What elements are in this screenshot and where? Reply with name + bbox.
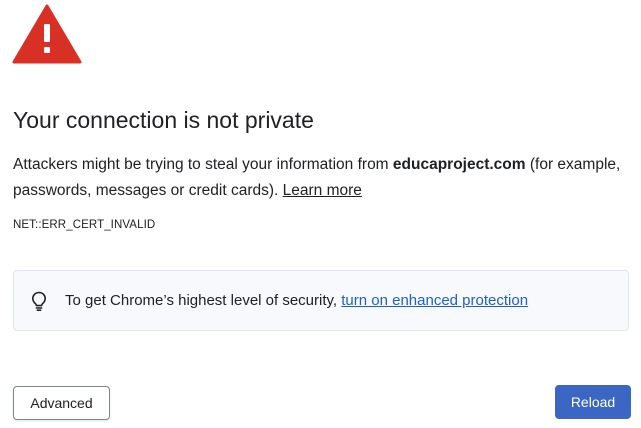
message-text: Attackers might be trying to steal your …	[13, 156, 393, 173]
error-code: NET::ERR_CERT_INVALID	[13, 219, 156, 231]
interstitial-page: Your connection is not private Attackers…	[0, 0, 641, 428]
reload-button[interactable]: Reload	[555, 385, 631, 419]
advanced-button[interactable]: Advanced	[13, 386, 110, 420]
security-tip-box: To get Chrome’s highest level of securit…	[13, 270, 629, 331]
tip-label: To get Chrome’s highest level of securit…	[65, 292, 342, 309]
lightbulb-icon	[31, 291, 46, 311]
page-title: Your connection is not private	[13, 107, 314, 133]
warning-message: Attackers might be trying to steal your …	[13, 152, 623, 204]
warning-triangle-icon	[12, 4, 82, 64]
security-tip-text: To get Chrome’s highest level of securit…	[65, 292, 528, 309]
enhanced-protection-link[interactable]: turn on enhanced protection	[341, 292, 528, 309]
hostname: educaproject.com	[392, 156, 526, 173]
learn-more-link[interactable]: Learn more	[283, 182, 362, 199]
